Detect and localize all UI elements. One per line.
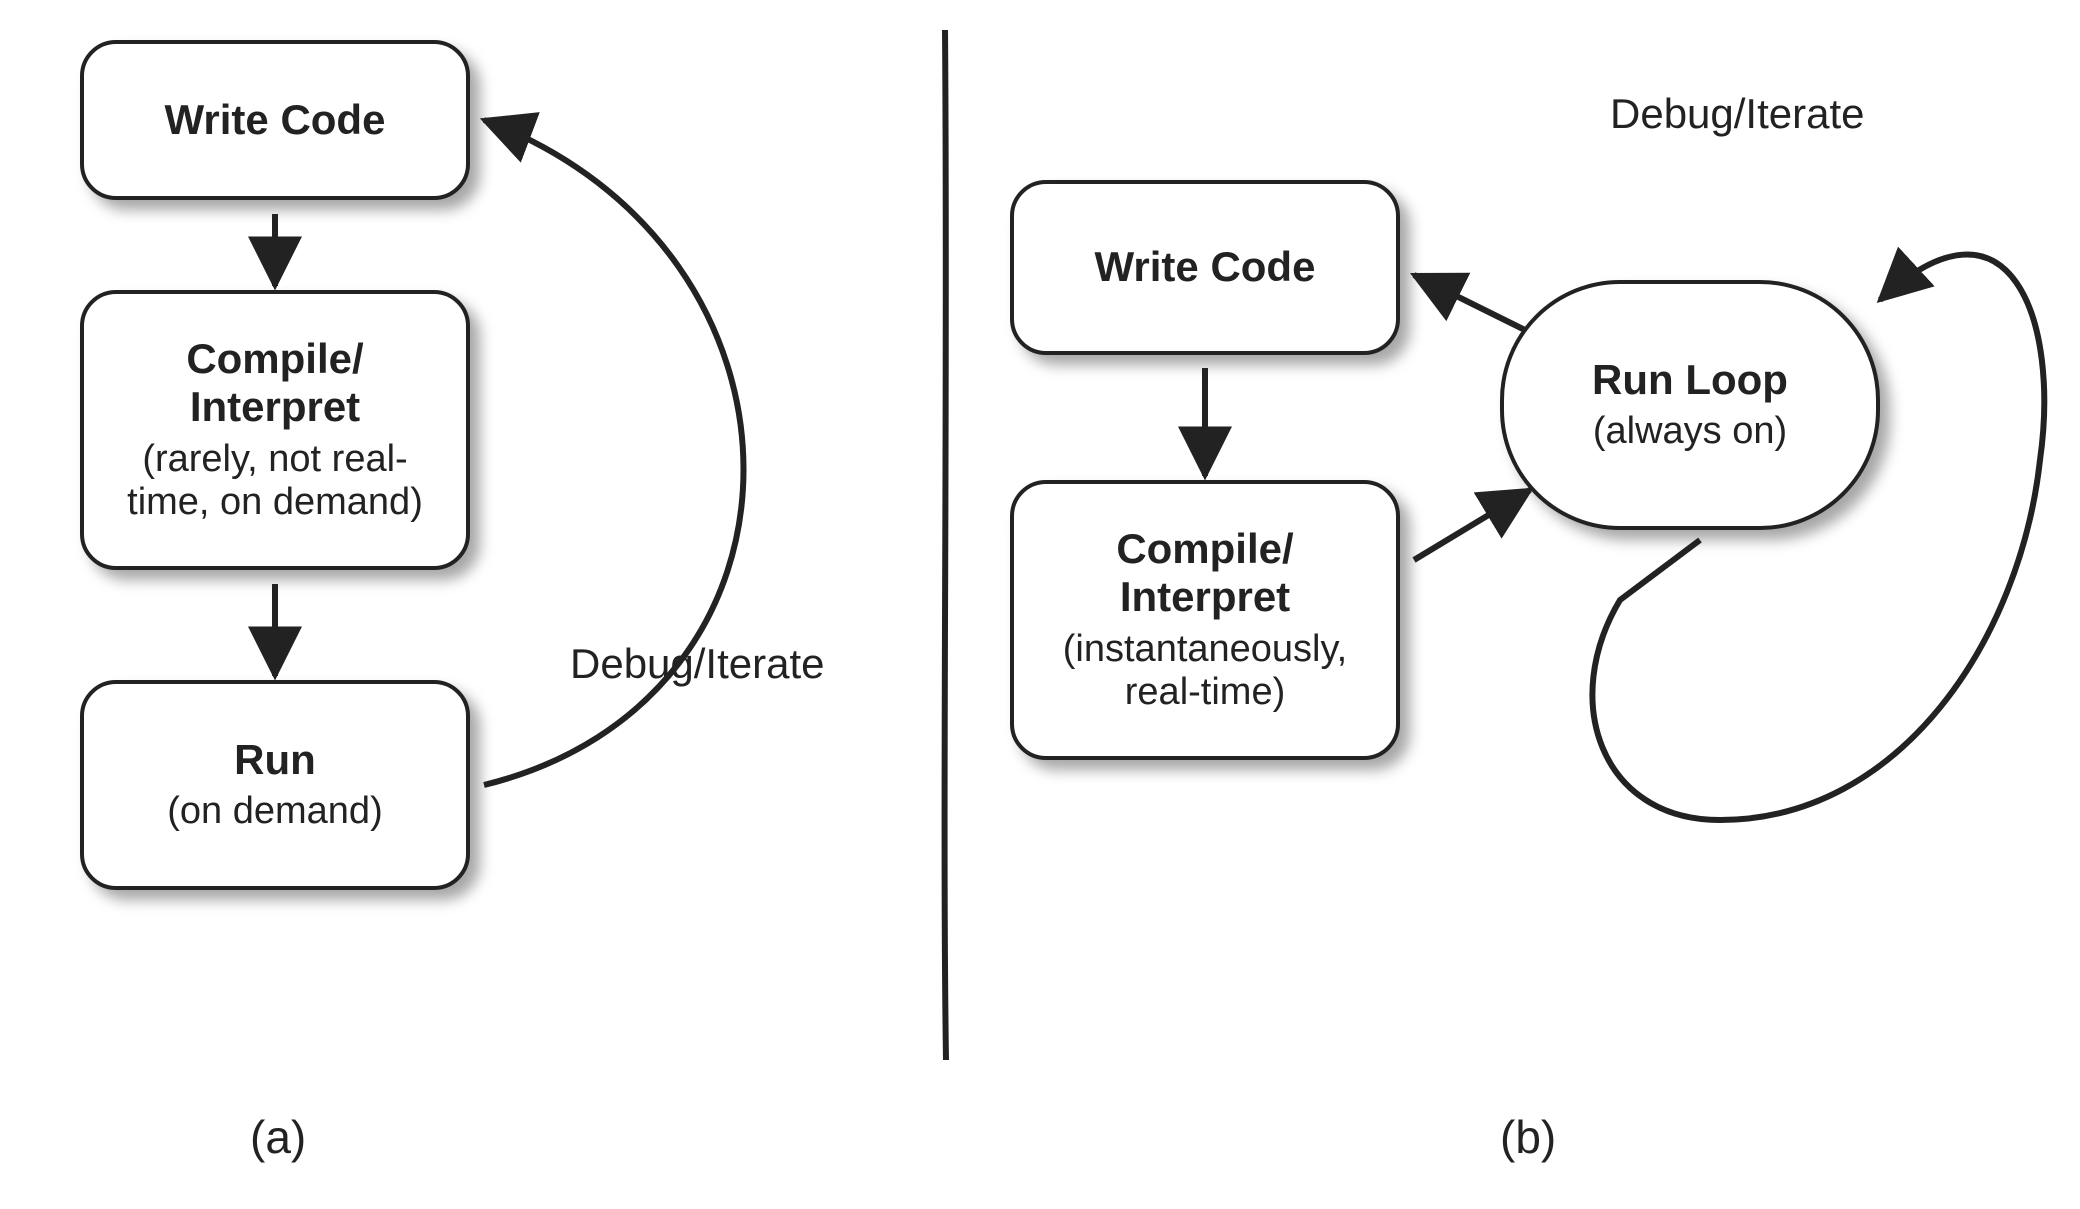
b-runloop-sub: (always on) <box>1593 410 1787 454</box>
a-write-code-node: Write Code <box>80 40 470 200</box>
a-debug-iterate-label: Debug/Iterate <box>570 640 825 688</box>
b-runloop-title: Run Loop <box>1592 356 1788 404</box>
a-run-sub: (on demand) <box>167 790 382 834</box>
a-compile-sub: (rarely, not real-time, on demand) <box>127 438 423 525</box>
b-compile-sub: (instantaneously,real-time) <box>1063 628 1347 715</box>
a-write-code-title: Write Code <box>165 96 386 144</box>
a-caption: (a) <box>250 1110 306 1164</box>
a-run-title: Run <box>234 736 316 784</box>
b-caption: (b) <box>1500 1110 1556 1164</box>
a-compile-node: Compile/Interpret (rarely, not real-time… <box>80 290 470 570</box>
divider-line <box>945 30 946 1060</box>
b-compile-node: Compile/Interpret (instantaneously,real-… <box>1010 480 1400 760</box>
diagram-canvas: Write Code Compile/Interpret (rarely, no… <box>0 0 2080 1209</box>
b-compile-title: Compile/Interpret <box>1116 525 1293 622</box>
a-run-node: Run (on demand) <box>80 680 470 890</box>
b-edge-compile-to-runloop <box>1414 490 1530 560</box>
a-compile-title: Compile/Interpret <box>186 335 363 432</box>
b-edge-runloop-to-write <box>1414 275 1525 330</box>
b-write-code-title: Write Code <box>1095 243 1316 291</box>
b-write-code-node: Write Code <box>1010 180 1400 355</box>
b-runloop-node: Run Loop (always on) <box>1500 280 1880 530</box>
b-debug-iterate-label: Debug/Iterate <box>1610 90 1865 138</box>
